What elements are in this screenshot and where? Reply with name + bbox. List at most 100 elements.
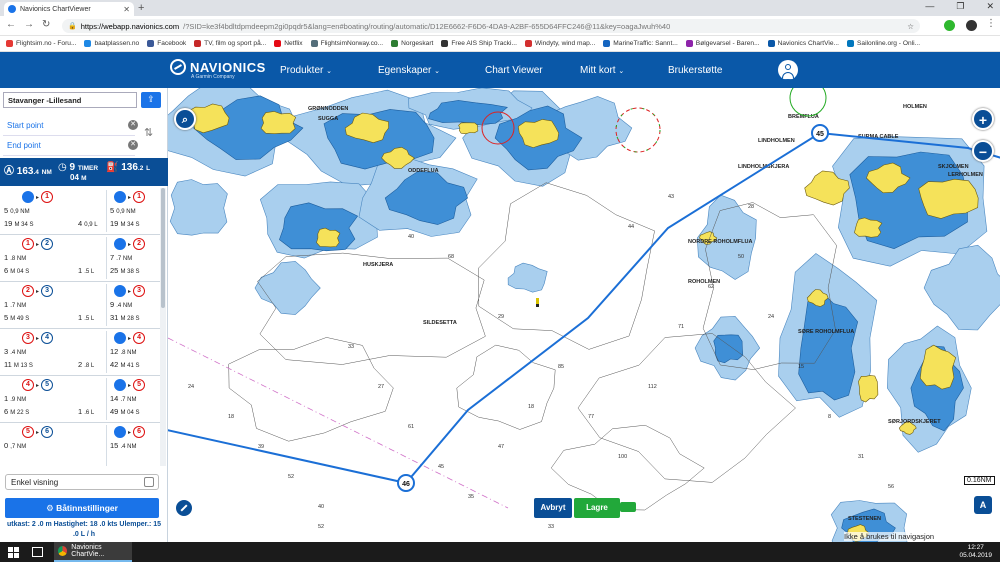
route-name-field[interactable]: Stavanger -Lillesand xyxy=(3,92,137,108)
depth-sounding: 50 xyxy=(738,254,744,260)
route-leg-row[interactable]: 5 ▸ 6 ▸ 6 0 ,7 NM 15 .4 NM xyxy=(0,423,160,466)
route-leg-row[interactable]: 2 ▸ 3 ▸ 3 1 .7 NM 5 M 49 S1 .5 L9 .4 NM 31 M 28… xyxy=(0,282,160,329)
chevron-down-icon: ⌄ xyxy=(326,68,333,75)
url-input[interactable]: 🔒 https://webapp.navionics.com/?SID=ke3f… xyxy=(62,19,920,33)
nav-item-brukerst-tte[interactable]: Brukerstøtte xyxy=(668,65,722,76)
route-leg-row[interactable]: ▸ 1 ▸ 1 5 0,9 NM 19 M 34 S4 0,9 L5 0,9 NM 19 M… xyxy=(0,188,160,235)
leg-time: 6 M 04 S xyxy=(4,266,30,275)
bookmark-item[interactable]: MarineTraffic: Sannt... xyxy=(603,40,678,47)
navionics-favicon-icon xyxy=(8,5,16,13)
bookmark-label: Netflix xyxy=(284,40,303,47)
leg-total-distance: 12 .8 NM xyxy=(110,347,137,356)
bookmark-item[interactable]: Navionics ChartVie... xyxy=(767,40,839,47)
swap-points-icon[interactable]: ⇅ xyxy=(144,126,153,139)
arrow-right-icon: ▸ xyxy=(36,241,40,248)
leg-waypoints: 1 ▸ 2 xyxy=(22,238,54,250)
new-tab-button[interactable]: + xyxy=(138,2,144,14)
forward-icon[interactable]: → xyxy=(24,19,34,30)
simple-view-toggle[interactable]: Enkel visning xyxy=(5,474,159,490)
browser-menu-icon[interactable]: ⋮ xyxy=(986,18,996,29)
profile-icon[interactable] xyxy=(966,20,977,31)
tab-close-icon[interactable]: ✕ xyxy=(123,5,130,14)
system-clock[interactable]: 12:27 05.04.2019 xyxy=(959,544,992,560)
bookmark-favicon-icon xyxy=(603,40,611,47)
bookmark-item[interactable]: baatplassen.no xyxy=(84,40,139,47)
summary-time: ◷ 9 TIMER xyxy=(58,162,99,173)
chart-canvas[interactable]: 2418395240332761453547188577100112716250… xyxy=(168,88,1000,542)
nav-item-mitt-kort[interactable]: Mitt kort ⌄ xyxy=(580,65,624,76)
boat-settings-button[interactable]: ⚙ Båtinnstillinger xyxy=(5,498,159,518)
bookmark-favicon-icon xyxy=(194,40,202,47)
minimize-icon[interactable]: — xyxy=(925,1,934,12)
waypoint-from-icon: 2 xyxy=(22,285,34,297)
bookmark-item[interactable]: Bølgevarsel - Baren... xyxy=(685,40,760,47)
leg-time: 5 M 49 S xyxy=(4,313,30,322)
leg-total-time: 42 M 41 S xyxy=(110,360,140,369)
bookmark-item[interactable]: FlightsimNorway.co... xyxy=(310,40,383,47)
chevron-down-icon: ⌄ xyxy=(618,68,625,75)
place-label: ODDEFLUA xyxy=(408,168,439,174)
waypoint-to-icon: 4 xyxy=(133,332,146,344)
map-settings-icon[interactable] xyxy=(174,498,194,518)
window-close-icon[interactable]: ✕ xyxy=(986,1,994,12)
waypoint-45[interactable]: 45 xyxy=(811,124,829,142)
browser-tab[interactable]: Navionics ChartViewer ✕ xyxy=(4,2,134,16)
leg-distance: 3 .4 NM xyxy=(4,347,27,356)
user-account-icon[interactable] xyxy=(778,60,798,80)
bookmark-item[interactable]: TV, film og sport på... xyxy=(194,40,266,47)
search-icon[interactable]: ⌕ xyxy=(174,108,196,130)
end-point-field[interactable]: End point ✕ xyxy=(3,136,138,156)
nav-item-chart-viewer[interactable]: Chart Viewer xyxy=(485,65,543,76)
zoom-out-button[interactable]: − xyxy=(972,140,994,162)
depth-sounding: 29 xyxy=(498,314,504,320)
bookmark-favicon-icon xyxy=(685,40,693,47)
route-leg-row[interactable]: 4 ▸ 5 ▸ 5 1 .9 NM 6 M 22 S1 .6 L 14 .7 NM 49 M 0… xyxy=(0,376,160,423)
bookmark-item[interactable]: Facebook xyxy=(147,40,186,47)
leg-total-distance: 14 .7 NM xyxy=(110,394,137,403)
bookmark-star-icon[interactable]: ☆ xyxy=(907,22,914,31)
cancel-button[interactable]: Avbryt xyxy=(534,498,572,518)
extension-icon[interactable] xyxy=(944,20,955,31)
zoom-in-button[interactable]: + xyxy=(972,108,994,130)
task-view-icon[interactable] xyxy=(32,547,43,557)
scale-bar: 0.16NM xyxy=(964,476,995,485)
bookmark-item[interactable]: Free AIS Ship Tracki... xyxy=(441,40,517,47)
waypoint-to-icon: 2 xyxy=(41,238,54,250)
leg-total-distance: 9 .4 NM xyxy=(110,300,133,309)
bookmark-item[interactable]: Flightsim.no - Foru... xyxy=(6,40,76,47)
share-route-button[interactable]: ⇪ xyxy=(141,92,161,108)
clear-start-icon[interactable]: ✕ xyxy=(128,120,138,130)
bookmark-item[interactable]: Netflix xyxy=(274,40,303,47)
taskbar-chrome-app[interactable]: Navionics ChartVie... xyxy=(54,542,132,562)
legs-scrollbar[interactable] xyxy=(160,188,166,466)
waypoint-46[interactable]: 46 xyxy=(397,474,415,492)
clear-end-icon[interactable]: ✕ xyxy=(128,140,138,150)
bookmark-item[interactable]: Windyty, wind map... xyxy=(524,40,595,47)
place-label: NORDRE ROHOLMFLUA xyxy=(688,239,752,245)
restore-icon[interactable]: ❐ xyxy=(956,1,964,12)
navionics-logo[interactable]: NAVIONICS A Garmin Company xyxy=(170,59,266,80)
route-leg-row[interactable]: 1 ▸ 2 ▸ 2 1 .8 NM 6 M 04 S1 .5 L7 .7 NM 25 M 38… xyxy=(0,235,160,282)
start-point-field[interactable]: Start point ✕ xyxy=(3,116,138,136)
nav-item-egenskaper[interactable]: Egenskaper ⌄ xyxy=(378,65,440,76)
start-waypoint-icon xyxy=(22,191,34,203)
reload-icon[interactable]: ↻ xyxy=(42,19,50,30)
waypoint-to-icon: 6 xyxy=(133,426,146,438)
depth-sounding: 33 xyxy=(348,344,354,350)
bookmark-item[interactable]: Norgeskart xyxy=(391,40,433,47)
leg-total-distance: 15 .4 NM xyxy=(110,441,137,450)
bookmark-item[interactable]: Sailonline.org - Onli... xyxy=(847,40,920,47)
save-button[interactable]: Lagre xyxy=(574,498,620,518)
save-dropdown-button[interactable] xyxy=(620,502,636,512)
summary-distance: Ⓐ 163.4 NM xyxy=(4,166,52,177)
chrome-icon xyxy=(58,546,68,556)
leg-running-waypoints: ▸ 1 xyxy=(114,191,146,203)
simple-view-checkbox[interactable] xyxy=(144,477,154,487)
accessibility-icon[interactable]: A xyxy=(974,496,992,514)
route-leg-row[interactable]: 3 ▸ 4 ▸ 4 3 .4 NM 11 M 13 S2 .8 L 12 .8 NM 42 M … xyxy=(0,329,160,376)
site-header: NAVIONICS A Garmin Company Produkter ⌄ Eg… xyxy=(0,52,1000,88)
nav-item-produkter[interactable]: Produkter ⌄ xyxy=(280,65,332,76)
windows-start-icon[interactable] xyxy=(8,547,19,558)
back-icon[interactable]: ← xyxy=(6,19,16,30)
nautical-chart[interactable]: 24 18 39 52 40 33 27 61 45 35 47 18 85 77 100 112 71 62 50… xyxy=(168,88,1000,542)
